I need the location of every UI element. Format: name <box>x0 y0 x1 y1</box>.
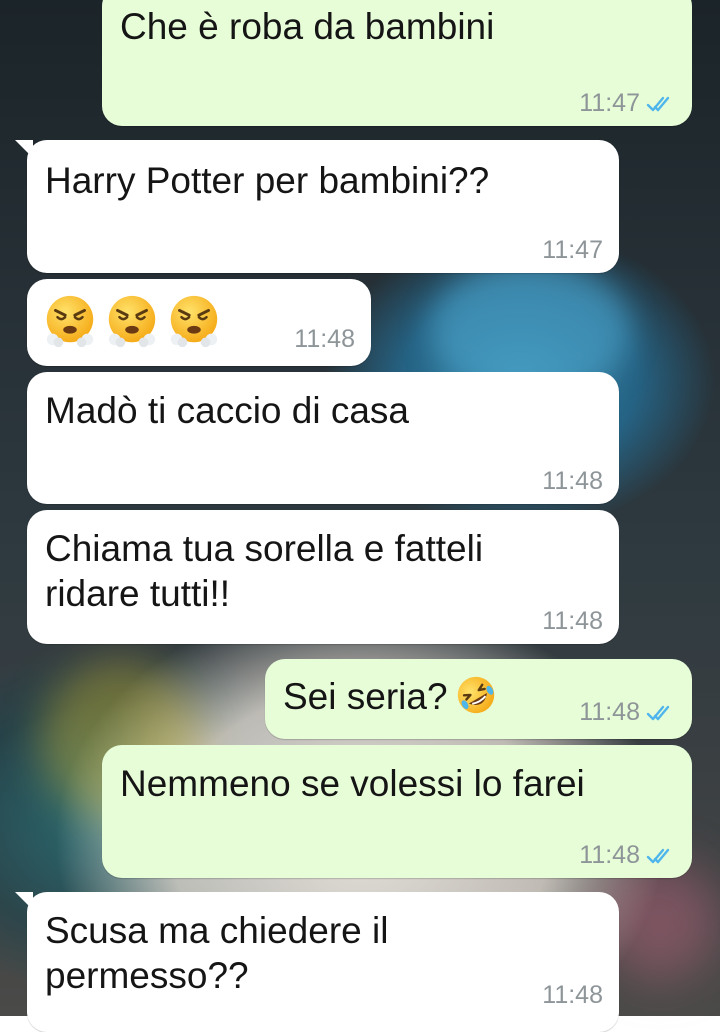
message-text: Harry Potter per bambini?? <box>45 160 490 201</box>
message-meta: 11:47 <box>542 236 603 265</box>
message-text: Madò ti caccio di casa <box>45 390 410 431</box>
message-text: Chiama tua sorella e fatteli ridare tutt… <box>45 526 483 616</box>
message-meta: 11:48 <box>542 467 603 496</box>
message-bubble-incoming[interactable]: Scusa ma chiedere il permesso?? 11:48 <box>15 892 619 1032</box>
message-time: 11:48 <box>542 607 603 635</box>
message-bubble-outgoing[interactable]: Nemmeno se volessi lo farei 11:48 <box>102 745 692 878</box>
face-with-steam-from-nose-emoji <box>108 295 156 348</box>
message-time: 11:48 <box>579 841 640 869</box>
message-bubble-incoming[interactable]: Harry Potter per bambini?? 11:47 <box>15 140 619 273</box>
message-meta: 11:48 <box>579 698 676 727</box>
message-text-row: Sei seria? <box>283 673 498 719</box>
message-text: Scusa ma chiedere il permesso?? <box>45 908 388 998</box>
message-time: 11:47 <box>579 89 640 117</box>
double-check-icon <box>646 96 670 111</box>
message-meta: 11:47 <box>579 89 676 118</box>
message-bubble-outgoing[interactable]: Che è roba da bambini 11:47 <box>102 0 692 126</box>
message-text-line: Chiama tua sorella e fatteli <box>45 528 484 569</box>
message-time: 11:48 <box>294 325 355 353</box>
emoji-row <box>41 293 223 351</box>
message-bubble-incoming[interactable]: 11:48 <box>27 279 371 366</box>
message-text-line: Scusa ma chiedere il <box>45 910 389 951</box>
message-text: Nemmeno se volessi lo farei <box>120 763 585 804</box>
message-meta: 11:48 <box>542 981 603 1010</box>
message-time: 11:48 <box>542 467 603 495</box>
double-check-icon <box>646 848 670 863</box>
message-meta: 11:48 <box>542 607 603 636</box>
message-time: 11:48 <box>579 698 640 726</box>
message-time: 11:48 <box>542 981 603 1009</box>
message-bubble-incoming[interactable]: Chiama tua sorella e fatteli ridare tutt… <box>27 510 619 644</box>
double-check-icon <box>646 705 670 720</box>
message-text: Che è roba da bambini <box>120 6 495 47</box>
message-meta: 11:48 <box>294 325 355 354</box>
face-with-steam-from-nose-emoji <box>46 295 94 348</box>
message-text-line: permesso?? <box>45 955 249 996</box>
face-with-steam-from-nose-emoji <box>170 295 218 348</box>
bubble-tail <box>15 892 33 910</box>
message-time: 11:47 <box>542 236 603 264</box>
message-bubble-incoming[interactable]: Madò ti caccio di casa 11:48 <box>27 372 619 504</box>
message-text: Sei seria? <box>283 676 448 717</box>
rolling-on-floor-laughing-emoji <box>457 676 494 714</box>
message-meta: 11:48 <box>579 841 676 870</box>
message-text-line: ridare tutti!! <box>45 573 231 614</box>
message-bubble-outgoing[interactable]: Sei seria? 11:48 <box>265 659 692 739</box>
bubble-tail <box>15 140 33 158</box>
